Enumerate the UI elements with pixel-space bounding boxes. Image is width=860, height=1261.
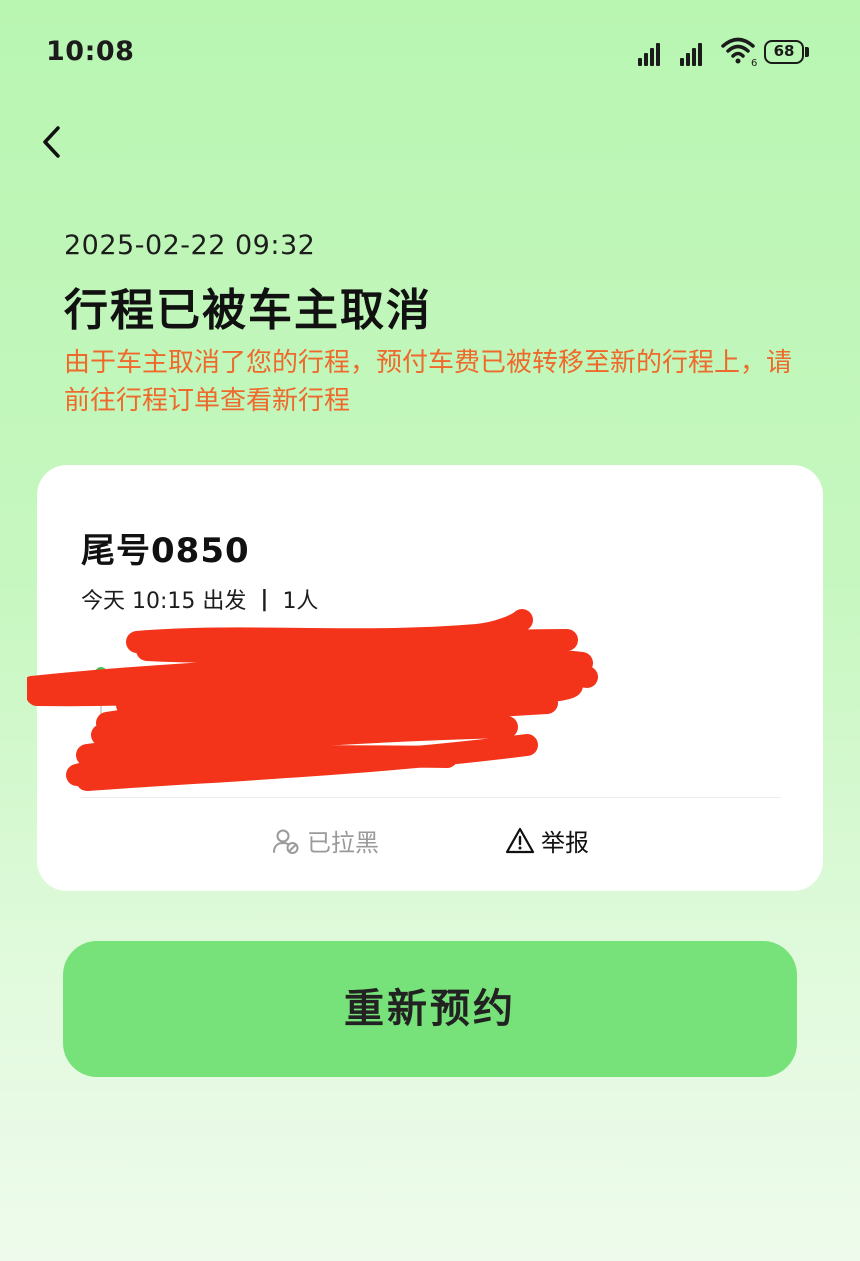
blocked-button[interactable]: 已拉黑	[271, 823, 379, 858]
report-button[interactable]: 举报	[505, 823, 589, 858]
back-button[interactable]	[30, 118, 78, 166]
user-blocked-icon	[273, 829, 299, 854]
blocked-label: 已拉黑	[307, 829, 379, 857]
battery-icon: 68	[764, 40, 804, 64]
signal-icon	[680, 38, 710, 66]
report-label: 举报	[541, 829, 589, 857]
warning-triangle-icon	[505, 827, 535, 853]
trip-datetime: 2025-02-22 09:32	[64, 230, 316, 261]
rebook-button[interactable]: 重新预约	[63, 941, 797, 1077]
wifi-badge: 6	[751, 58, 757, 68]
cancel-notice: 由于车主取消了您的行程，预付车费已被转移至新的行程上，请前往行程订单查看新行程	[64, 348, 793, 416]
redaction-scribble	[27, 609, 598, 791]
status-time: 10:08	[46, 36, 135, 67]
plate-number: 尾号0850	[81, 531, 250, 571]
chevron-left-icon	[43, 126, 60, 158]
card-divider	[81, 797, 781, 798]
page-title: 行程已被车主取消	[64, 285, 432, 336]
route-area	[27, 605, 823, 805]
trip-card: 尾号0850 今天 10:15 出发 | 1人 已拉黑 举报	[27, 465, 823, 891]
wifi-icon: 6	[720, 36, 760, 69]
signal-icon	[638, 38, 668, 66]
status-bar: 10:08 6 68	[0, 0, 860, 100]
battery-tip	[805, 47, 809, 57]
